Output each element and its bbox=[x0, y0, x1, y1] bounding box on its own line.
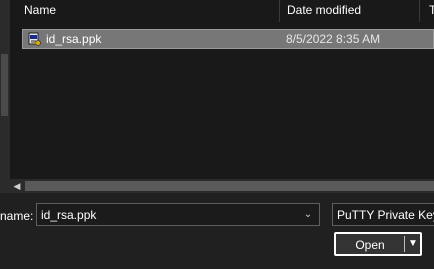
file-name: id_rsa.ppk bbox=[46, 32, 102, 46]
putty-key-icon bbox=[28, 32, 41, 46]
vertical-scrollbar[interactable] bbox=[0, 0, 10, 193]
file-row-selected[interactable]: id_rsa.ppk 8/5/2022 8:35 AM bbox=[22, 29, 434, 49]
file-name-combobox[interactable]: id_rsa.ppk ⌄ bbox=[36, 203, 320, 226]
open-button-label: Open bbox=[355, 238, 385, 252]
horizontal-scrollbar-thumb[interactable] bbox=[25, 181, 434, 191]
file-name-input[interactable]: id_rsa.ppk bbox=[41, 208, 96, 222]
split-divider bbox=[404, 236, 405, 252]
file-list[interactable] bbox=[10, 0, 434, 179]
file-type-select[interactable]: PuTTY Private Key bbox=[332, 203, 434, 226]
horizontal-scrollbar[interactable]: ◀ bbox=[10, 179, 434, 193]
column-header-row: Name Date modified T bbox=[10, 0, 434, 22]
column-header-type[interactable]: T bbox=[429, 3, 434, 17]
column-header-name[interactable]: Name bbox=[24, 3, 56, 17]
file-name-label: name: bbox=[0, 209, 34, 223]
triangle-down-icon[interactable]: ▼ bbox=[406, 237, 420, 251]
triangle-left-icon[interactable]: ◀ bbox=[10, 179, 24, 193]
column-divider[interactable] bbox=[419, 0, 420, 22]
column-header-date-modified[interactable]: Date modified bbox=[287, 3, 361, 17]
dialog-footer: name: id_rsa.ppk ⌄ PuTTY Private Key Ope… bbox=[0, 193, 434, 269]
vertical-scrollbar-thumb[interactable] bbox=[1, 54, 8, 116]
file-type-value: PuTTY Private Key bbox=[337, 208, 434, 222]
column-divider[interactable] bbox=[279, 0, 280, 22]
open-button[interactable]: Open ▼ bbox=[334, 232, 422, 256]
file-open-dialog: Name Date modified T id_rsa.ppk 8/5/2022… bbox=[0, 0, 434, 269]
chevron-down-icon[interactable]: ⌄ bbox=[297, 204, 319, 225]
file-date-modified: 8/5/2022 8:35 AM bbox=[286, 32, 381, 46]
